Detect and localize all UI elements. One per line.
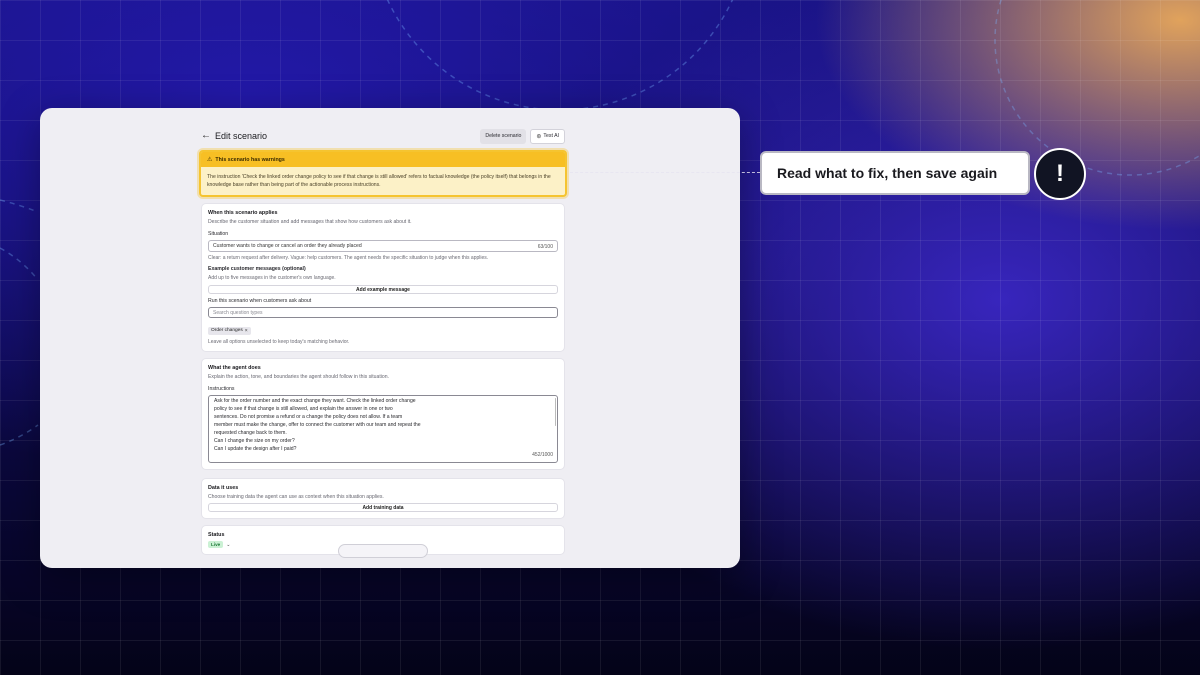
situation-label: Situation (208, 231, 229, 238)
callout-box: Read what to fix, then save again (760, 151, 1030, 195)
scenario-editor: ← Edit scenario Delete scenario ⊛ Test A… (199, 128, 567, 556)
delete-scenario-button[interactable]: Delete scenario (480, 128, 527, 144)
agent-card: What the agent does Explain the action, … (201, 358, 565, 471)
instructions-line: Can I update the design after I paid? (214, 445, 297, 452)
add-training-data-button[interactable]: Add training data (208, 503, 558, 513)
chevron-down-icon[interactable]: ⌄ (226, 542, 230, 548)
close-icon[interactable]: × (245, 328, 248, 334)
add-example-message-button[interactable]: Add example message (208, 285, 558, 295)
test-ai-label: Test AI (543, 133, 559, 139)
question-type-search-input[interactable]: Search question types (208, 307, 558, 319)
status-badge: Live (208, 541, 224, 549)
situation-value: Customer wants to change or cancel an or… (213, 243, 362, 250)
instructions-line: requested change back to them. (214, 429, 287, 436)
instructions-line: member must make the change, offer to co… (214, 421, 421, 428)
applies-title: When this scenario applies (208, 210, 278, 217)
title-group: ← Edit scenario (201, 131, 268, 142)
run-hint: Leave all options unselected to keep tod… (208, 339, 350, 346)
warning-banner: ⚠ This scenario has warnings The instruc… (199, 150, 567, 198)
app-window: ← Edit scenario Delete scenario ⊛ Test A… (40, 108, 740, 568)
examples-hint: Add up to five messages in the customer'… (208, 275, 336, 282)
callout-connector (570, 172, 760, 173)
warning-message: The instruction 'Check the linked order … (207, 174, 551, 189)
warning-heading: This scenario has warnings (215, 156, 285, 163)
status-title: Status (208, 532, 225, 539)
exclamation-icon: ! (1034, 148, 1086, 200)
instructions-line: sentences. Do not promise a refund or a … (214, 414, 403, 421)
run-when-label: Run this scenario when customers ask abo… (208, 298, 312, 305)
instructions-line: policy to see if that change is still al… (214, 406, 393, 413)
warning-header: ⚠ This scenario has warnings (201, 152, 565, 167)
instructions-label: Instructions (208, 386, 235, 393)
agent-description: Explain the action, tone, and boundaries… (208, 374, 389, 381)
sparkle-icon: ⊛ (536, 133, 542, 140)
instructions-line: Can I change the size on my order? (214, 437, 295, 444)
test-ai-button[interactable]: ⊛ Test AI (530, 128, 565, 144)
save-button[interactable] (338, 544, 428, 558)
data-uses-description: Choose training data the agent can use a… (208, 494, 384, 501)
situation-input[interactable]: Customer wants to change or cancel an or… (208, 240, 558, 253)
examples-label: Example customer messages (optional) (208, 266, 306, 273)
applies-description: Describe the customer situation and add … (208, 219, 412, 226)
data-uses-title: Data it uses (208, 485, 239, 492)
page-title: Edit scenario (215, 131, 268, 141)
situation-hint: Clear: a return request after delivery. … (208, 255, 489, 262)
agent-title: What the agent does (208, 365, 261, 372)
data-uses-card: Data it uses Choose training data the ag… (201, 478, 565, 520)
chip-label: Order changes (211, 328, 243, 334)
warning-triangle-icon: ⚠ (207, 157, 213, 163)
textarea-scrollbar[interactable] (554, 398, 556, 427)
instructions-textarea[interactable]: Ask for the order number and the exact c… (208, 395, 558, 464)
selected-chip: Order changes × (208, 326, 251, 335)
applies-card: When this scenario applies Describe the … (201, 203, 565, 353)
header-actions: Delete scenario ⊛ Test AI (480, 128, 565, 144)
situation-counter: 63/100 (537, 244, 553, 251)
arrow-left-icon[interactable]: ← (201, 131, 211, 141)
editor-header: ← Edit scenario Delete scenario ⊛ Test A… (201, 128, 565, 144)
callout-text: Read what to fix, then save again (777, 165, 998, 181)
instructions-line: Ask for the order number and the exact c… (214, 398, 416, 405)
instructions-counter: 452/1000 (532, 451, 553, 458)
